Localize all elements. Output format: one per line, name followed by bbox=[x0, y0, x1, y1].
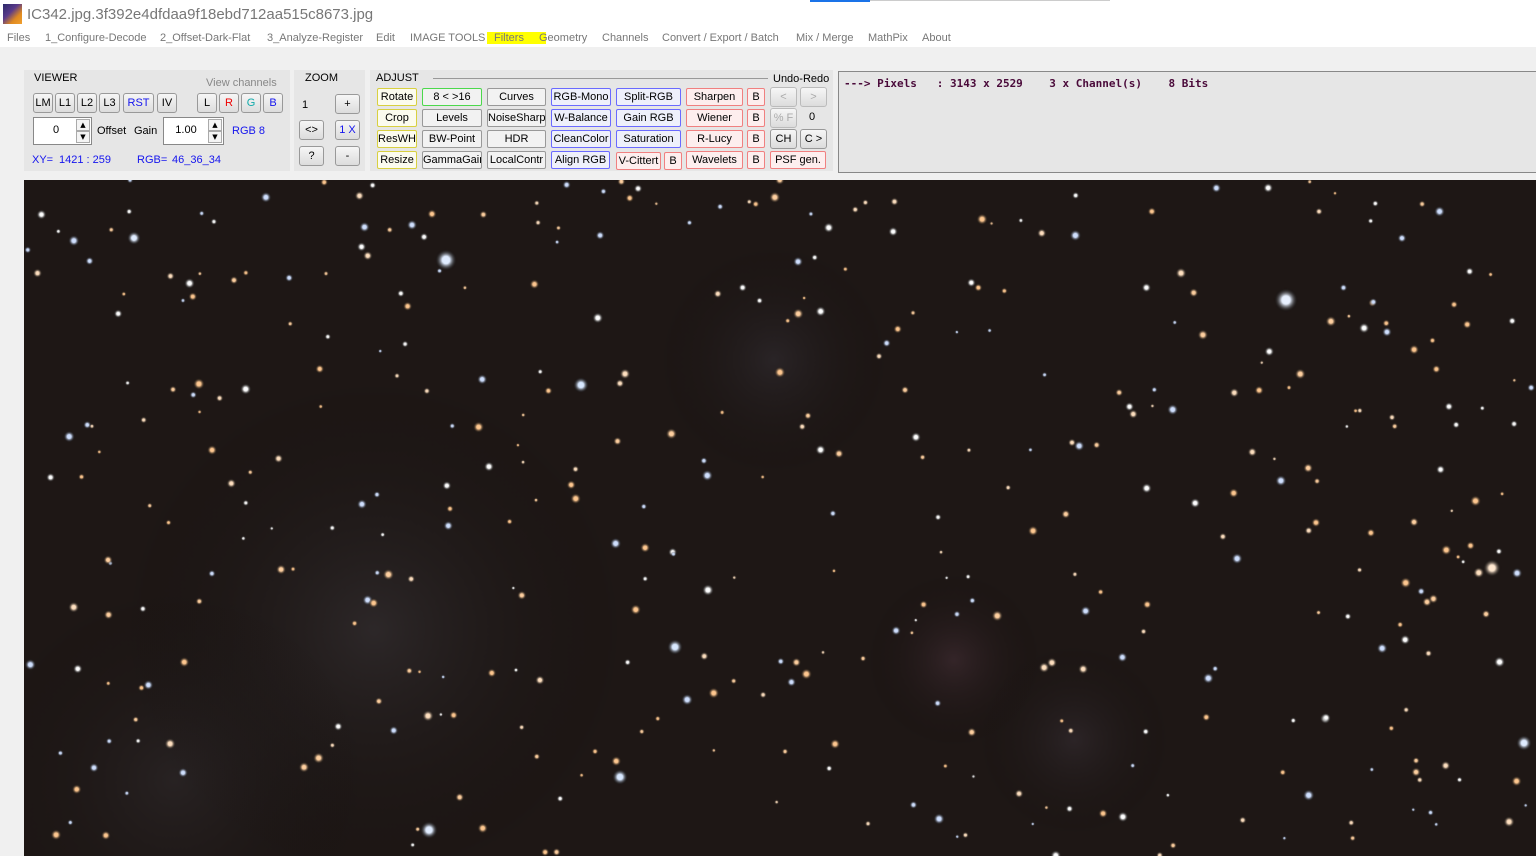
menu-3-analyze-register[interactable]: 3_Analyze-Register bbox=[267, 32, 363, 44]
gain-stepper[interactable]: 1.00 ▲ ▼ bbox=[163, 117, 224, 145]
up-arrow-icon[interactable]: ▲ bbox=[76, 119, 90, 131]
viewer-title: VIEWER bbox=[34, 72, 78, 84]
rgb-label: RGB= bbox=[137, 154, 168, 166]
image-viewport[interactable] bbox=[24, 180, 1536, 856]
menu-about[interactable]: About bbox=[922, 32, 951, 44]
hdr-button[interactable]: HDR bbox=[487, 130, 546, 148]
align-rgb-button[interactable]: Align RGB bbox=[551, 151, 610, 169]
channel-b-button[interactable]: B bbox=[263, 93, 283, 113]
window-title: IC342.jpg.3f392e4dfdaa9f18ebd712aa515c86… bbox=[27, 6, 374, 23]
l3-button[interactable]: L3 bbox=[99, 93, 120, 113]
channel-r-button[interactable]: R bbox=[219, 93, 239, 113]
rst-button[interactable]: RST bbox=[123, 93, 154, 113]
rotate-button[interactable]: Rotate bbox=[377, 88, 417, 106]
menu-1-configure-decode[interactable]: 1_Configure-Decode bbox=[45, 32, 147, 44]
undo-redo-label: Undo-Redo bbox=[773, 73, 830, 85]
xy-value: 1421 : 259 bbox=[59, 154, 111, 166]
offset-value: 0 bbox=[52, 124, 60, 136]
sharpen-b-button[interactable]: B bbox=[747, 88, 765, 106]
menu-edit[interactable]: Edit bbox=[376, 32, 395, 44]
viewer-panel: VIEWER View channels LM L1 L2 L3 RST IV … bbox=[24, 70, 290, 171]
r-lucy-button[interactable]: R-Lucy bbox=[686, 130, 743, 148]
l2-button[interactable]: L2 bbox=[77, 93, 97, 113]
divider bbox=[433, 78, 768, 79]
menu-channels[interactable]: Channels bbox=[602, 32, 648, 44]
astro-image[interactable] bbox=[24, 180, 1536, 856]
ch-button[interactable]: CH bbox=[770, 129, 797, 149]
zoom-level: 1 bbox=[302, 99, 309, 111]
offset-label: Offset bbox=[97, 125, 127, 137]
image-info-text: ---> Pixels : 3143 x 2529 3 x Channel(s)… bbox=[844, 77, 1209, 90]
bw-point-button[interactable]: BW-Point bbox=[422, 130, 482, 148]
down-arrow-icon[interactable]: ▼ bbox=[208, 131, 222, 143]
percent-f-button[interactable]: % F bbox=[770, 108, 797, 128]
undo-button[interactable]: < bbox=[770, 87, 797, 107]
divider bbox=[870, 0, 1110, 1]
resize-button[interactable]: Resize bbox=[377, 151, 417, 169]
cleancolor-button[interactable]: CleanColor bbox=[551, 130, 611, 148]
zoom-in-button[interactable]: + bbox=[335, 94, 360, 114]
menu-mix-merge[interactable]: Mix / Merge bbox=[796, 32, 853, 44]
wavelets-button[interactable]: Wavelets bbox=[686, 151, 743, 169]
zoom-out-button[interactable]: - bbox=[335, 146, 360, 166]
zoom-title: ZOOM bbox=[305, 72, 338, 84]
saturation-button[interactable]: Saturation bbox=[616, 130, 681, 148]
gain-value: 1.00 bbox=[175, 124, 197, 136]
zoom-panel: ZOOM 1 + <> 1 X ? - bbox=[294, 70, 365, 171]
lm-button[interactable]: LM bbox=[33, 93, 53, 113]
crop-button[interactable]: Crop bbox=[377, 109, 417, 127]
undo-count: 0 bbox=[809, 111, 816, 123]
redo-button[interactable]: > bbox=[800, 87, 827, 107]
split-rgb-button[interactable]: Split-RGB bbox=[616, 88, 681, 106]
v-cittert-button[interactable]: V-Cittert bbox=[616, 152, 661, 170]
xy-label: XY= bbox=[32, 154, 54, 166]
reswh-button[interactable]: ResWH bbox=[377, 130, 417, 148]
app-icon bbox=[3, 4, 22, 24]
l1-button[interactable]: L1 bbox=[55, 93, 75, 113]
levels-button[interactable]: Levels bbox=[422, 109, 482, 127]
noisesharp-button[interactable]: NoiseSharp bbox=[487, 109, 546, 127]
title-bar: IC342.jpg.3f392e4dfdaa9f18ebd712aa515c86… bbox=[0, 0, 1536, 30]
iv-button[interactable]: IV bbox=[157, 93, 177, 113]
localcontr-button[interactable]: LocalContr bbox=[487, 151, 546, 169]
v-cittert-b-button[interactable]: B bbox=[664, 152, 682, 170]
channel-g-button[interactable]: G bbox=[241, 93, 261, 113]
menu-files[interactable]: Files bbox=[7, 32, 30, 44]
offset-stepper[interactable]: 0 ▲ ▼ bbox=[33, 117, 92, 145]
view-channels-label: View channels bbox=[206, 77, 277, 89]
gain-label: Gain bbox=[134, 125, 158, 137]
r-lucy-b-button[interactable]: B bbox=[747, 130, 765, 148]
adjust-panel: ADJUST Undo-Redo Rotate Crop ResWH Resiz… bbox=[370, 70, 833, 171]
fit-button[interactable]: <> bbox=[299, 120, 324, 140]
menu-geometry[interactable]: Geometry bbox=[539, 32, 587, 44]
rgb-mode: RGB 8 bbox=[232, 125, 266, 137]
rgb-value: 46_36_34 bbox=[172, 154, 221, 166]
gain-rgb-button[interactable]: Gain RGB bbox=[616, 109, 681, 127]
accent-bar bbox=[810, 0, 870, 2]
curves-button[interactable]: Curves bbox=[487, 88, 546, 106]
wiener-b-button[interactable]: B bbox=[747, 109, 765, 127]
help-button[interactable]: ? bbox=[299, 146, 324, 166]
menu-2-offset-dark-flat[interactable]: 2_Offset-Dark-Flat bbox=[160, 32, 250, 44]
c-next-button[interactable]: C > bbox=[800, 129, 827, 149]
w-balance-button[interactable]: W-Balance bbox=[551, 109, 611, 127]
menu-image-tools[interactable]: IMAGE TOOLS bbox=[410, 32, 485, 44]
bitdepth-button[interactable]: 8 < >16 bbox=[422, 88, 482, 106]
gammagain-button[interactable]: GammaGain bbox=[422, 151, 482, 169]
adjust-title: ADJUST bbox=[376, 72, 419, 84]
menu-bar: Files 1_Configure-Decode 2_Offset-Dark-Fla… bbox=[0, 30, 1536, 47]
down-arrow-icon[interactable]: ▼ bbox=[76, 131, 90, 143]
image-info-panel: ---> Pixels : 3143 x 2529 3 x Channel(s)… bbox=[838, 71, 1536, 173]
sharpen-button[interactable]: Sharpen bbox=[686, 88, 743, 106]
menu-mathpix[interactable]: MathPix bbox=[868, 32, 908, 44]
psf-gen-button[interactable]: PSF gen. bbox=[770, 151, 826, 169]
wavelets-b-button[interactable]: B bbox=[747, 151, 765, 169]
up-arrow-icon[interactable]: ▲ bbox=[208, 119, 222, 131]
rgb-mono-button[interactable]: RGB-Mono bbox=[551, 88, 611, 106]
wiener-button[interactable]: Wiener bbox=[686, 109, 743, 127]
menu-filters[interactable]: Filters bbox=[487, 32, 546, 44]
menu-convert-export-batch[interactable]: Convert / Export / Batch bbox=[662, 32, 779, 44]
zoom-1x-button[interactable]: 1 X bbox=[335, 120, 360, 140]
channel-l-button[interactable]: L bbox=[197, 93, 217, 113]
